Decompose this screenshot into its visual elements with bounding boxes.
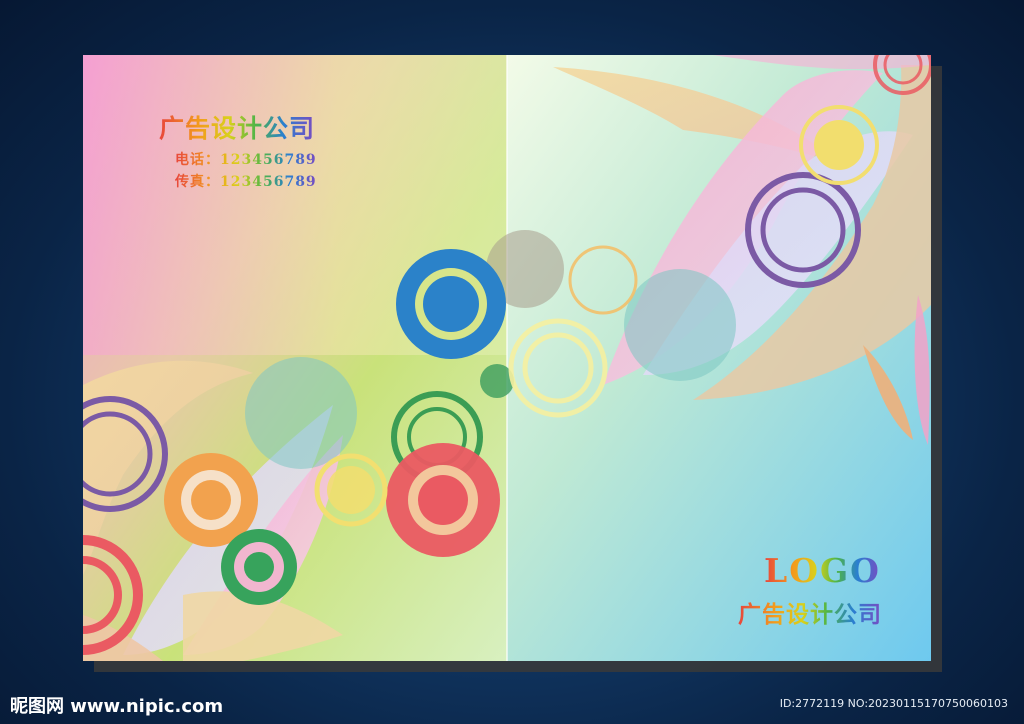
company-name-back: 广告设计公司 xyxy=(738,595,882,629)
ring-target-red xyxy=(418,475,468,525)
ring-target-green xyxy=(244,552,274,582)
watermark-id: ID:2772119 NO:20230115170750060103 xyxy=(779,697,1008,710)
watermark-site: 昵图网 www.nipic.com xyxy=(10,696,224,717)
ring-outline-yellow xyxy=(814,120,864,170)
ring-target-blue xyxy=(423,276,479,332)
translucent-circle xyxy=(624,269,736,381)
company-name-front: 广告设计公司 xyxy=(159,109,315,145)
logo-text: LOGO xyxy=(764,551,881,590)
phone-line: 电话：123456789 xyxy=(175,149,317,169)
fax-line: 传真：123456789 xyxy=(175,171,317,191)
translucent-circle xyxy=(245,357,357,469)
ring-target-orange xyxy=(191,480,231,520)
ring-outline-yellow xyxy=(327,466,375,514)
brochure-cover: 广告设计公司 电话：123456789 传真：123456789 LOGO 广告… xyxy=(83,55,931,661)
